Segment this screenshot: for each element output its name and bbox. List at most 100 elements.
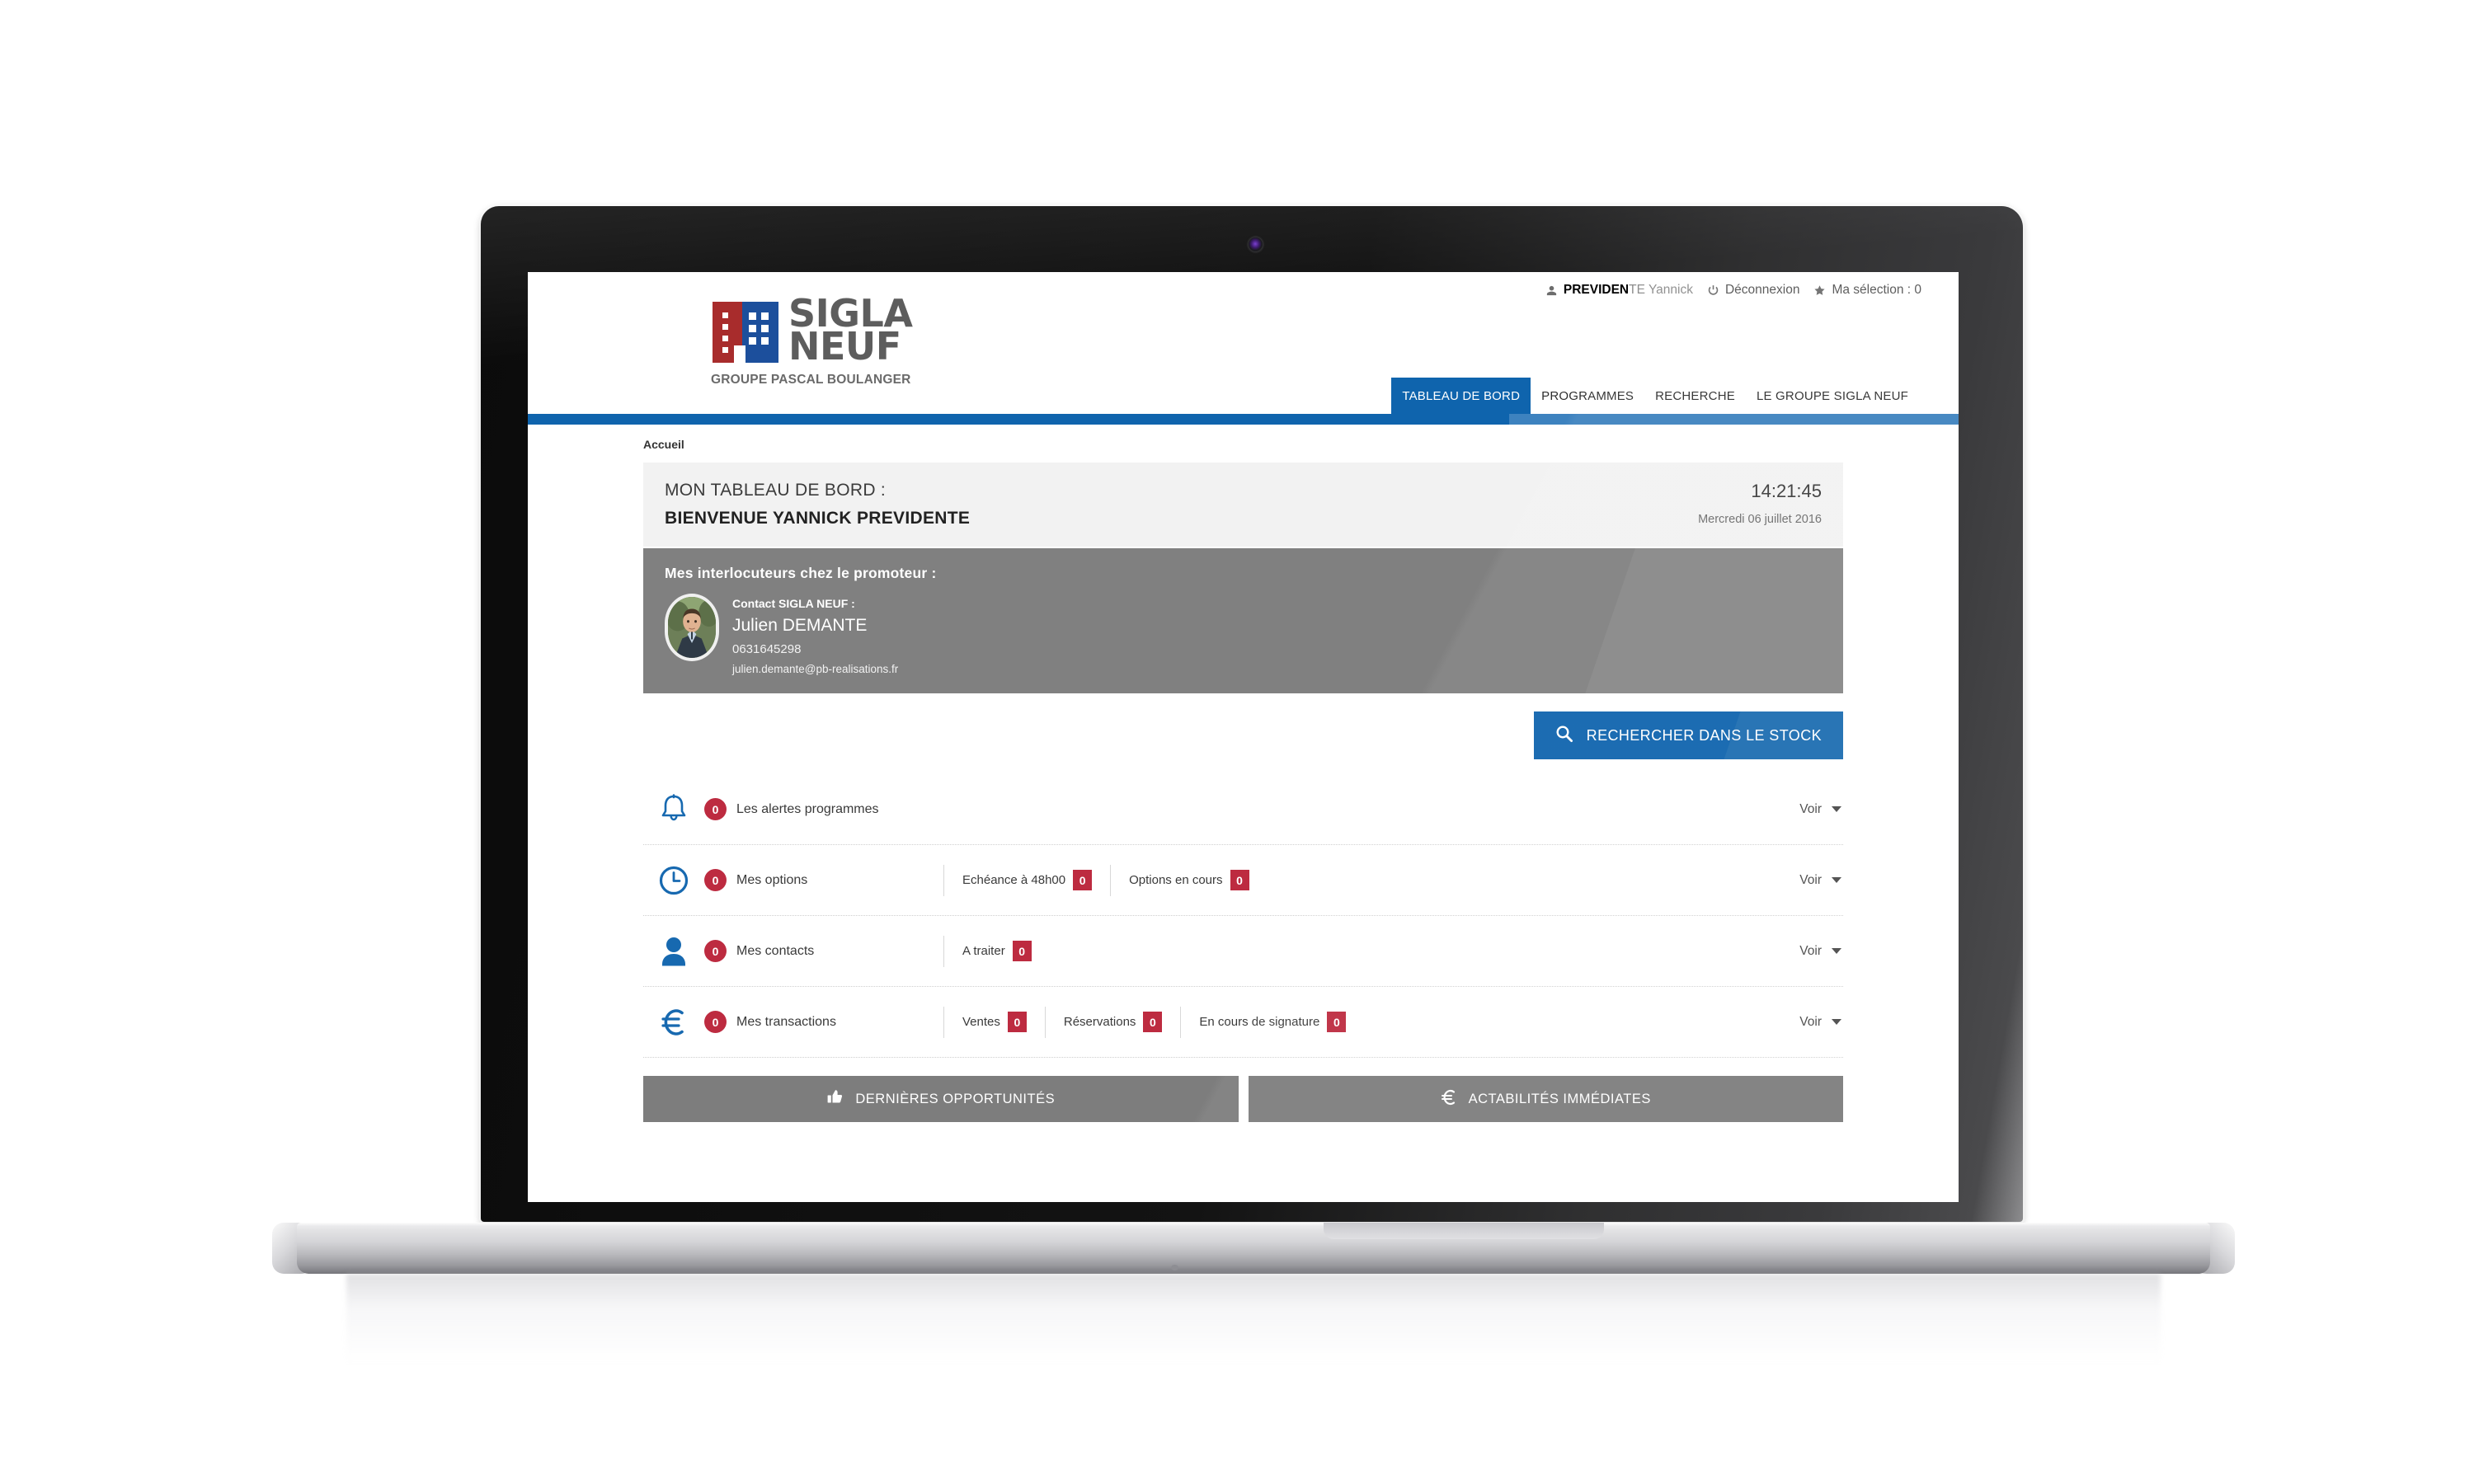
stat-sub-a-traiter[interactable]: A traiter 0 <box>943 935 1050 967</box>
stat-subs: Echéance à 48h00 0 Options en cours 0 <box>943 864 1799 896</box>
voir-options-button[interactable]: Voir <box>1799 873 1843 888</box>
voir-label: Voir <box>1799 943 1822 958</box>
status-badge: 0 <box>704 1011 727 1033</box>
breadcrumb[interactable]: Accueil <box>643 438 1959 451</box>
tab-label: DERNIÈRES OPPORTUNITÉS <box>855 1091 1056 1106</box>
stat-sub-en-cours-de-signature[interactable]: En cours de signature 0 <box>1180 1006 1364 1038</box>
building-logo-icon <box>713 302 778 363</box>
status-badge: 0 <box>1073 870 1093 890</box>
stat-label: Mes options <box>736 872 808 887</box>
nav-item-le-groupe-sigla-neuf[interactable]: LE GROUPE SIGLA NEUF <box>1746 378 1919 414</box>
stat-sub-label: A traiter <box>962 944 1005 958</box>
laptop-base-top-edge <box>297 1223 2210 1227</box>
person-icon <box>643 936 704 967</box>
clock-icon <box>643 865 704 896</box>
status-badge: 0 <box>1230 870 1249 890</box>
stat-sub-reservations[interactable]: Réservations 0 <box>1044 1006 1181 1038</box>
stat-subs: Ventes 0 Réservations 0 En cours de sign… <box>943 1006 1799 1038</box>
bell-icon <box>643 793 704 826</box>
webcam-icon <box>1249 237 1263 251</box>
logo-line-2: NEUF <box>788 323 901 369</box>
nav-item-recherche[interactable]: RECHERCHE <box>1644 378 1746 414</box>
status-badge: 0 <box>704 869 727 891</box>
bottom-tabs: DERNIÈRES OPPORTUNITÉS ACTABILITÉS IMMÉD… <box>643 1076 1843 1122</box>
stat-sub-label: Réservations <box>1063 1015 1136 1029</box>
status-badge: 0 <box>1327 1012 1347 1032</box>
web-page: PREVIDENTE Yannick Déconnexion Ma sélect… <box>528 272 1959 1202</box>
chevron-down-icon <box>1832 948 1841 954</box>
my-selection[interactable]: Ma sélection : 0 <box>1813 283 1921 298</box>
stat-sub-label: Ventes <box>962 1015 1000 1029</box>
nav-label: TABLEAU DE BORD <box>1402 388 1521 403</box>
page-content: Accueil MON TABLEAU DE BORD : BIENVENUE … <box>528 425 1959 1122</box>
stat-subs: A traiter 0 <box>943 935 1799 967</box>
search-stock-row: RECHERCHER DANS LE STOCK <box>643 711 1843 759</box>
stat-rows: 0 Les alertes programmes Voir 0 Mes opti… <box>643 774 1843 1058</box>
stat-label: Mes transactions <box>736 1014 836 1029</box>
laptop-base-port <box>1171 1265 1178 1270</box>
tab-actabilites-immediates[interactable]: ACTABILITÉS IMMÉDIATES <box>1248 1076 1843 1122</box>
page-title: MON TABLEAU DE BORD : <box>665 481 887 500</box>
my-selection-label: Ma sélection : 0 <box>1832 283 1921 297</box>
contact-phone[interactable]: 0631645298 <box>732 642 898 656</box>
logout-button[interactable]: Déconnexion <box>1707 283 1799 298</box>
laptop-base-lip <box>1324 1223 1604 1239</box>
site-logo[interactable]: SIGLA NEUF GROUPE PASCAL BOULANGER <box>711 294 913 387</box>
stat-row-contacts: 0 Mes contacts A traiter 0 Voir <box>643 916 1843 987</box>
star-icon <box>1813 284 1826 297</box>
search-stock-label: RECHERCHER DANS LE STOCK <box>1586 726 1822 744</box>
chevron-down-icon <box>1832 877 1841 883</box>
voir-label: Voir <box>1799 872 1822 887</box>
status-badge: 0 <box>704 798 727 820</box>
stat-sub-options-en-cours[interactable]: Options en cours 0 <box>1110 864 1267 896</box>
search-icon <box>1555 725 1573 747</box>
status-badge: 0 <box>1143 1012 1163 1032</box>
laptop-base <box>297 1223 2210 1274</box>
stat-row-transactions: 0 Mes transactions Ventes 0 Réservations… <box>643 987 1843 1058</box>
status-badge: 0 <box>704 940 727 962</box>
tab-label: ACTABILITÉS IMMÉDIATES <box>1468 1091 1651 1106</box>
chevron-down-icon <box>1832 1019 1841 1025</box>
euro-icon <box>1441 1088 1457 1111</box>
status-badge: 0 <box>1012 941 1032 961</box>
nav-label: RECHERCHE <box>1655 388 1735 403</box>
contact-name: Julien DEMANTE <box>732 616 868 635</box>
laptop-reflection <box>346 1274 2161 1364</box>
contact-label: Contact SIGLA NEUF : <box>732 597 855 610</box>
user-name: PREVIDENTE Yannick <box>1563 283 1693 297</box>
stat-sub-label: Options en cours <box>1129 873 1223 887</box>
stat-label: Les alertes programmes <box>736 801 879 816</box>
avatar-photo <box>668 597 716 658</box>
status-badge: 0 <box>1007 1012 1027 1032</box>
contact-email[interactable]: julien.demante@pb-realisations.fr <box>732 663 898 675</box>
voir-label: Voir <box>1799 801 1822 816</box>
voir-label: Voir <box>1799 1014 1822 1029</box>
voir-transactions-button[interactable]: Voir <box>1799 1015 1843 1030</box>
current-time: 14:21:45 <box>1751 481 1822 501</box>
contacts-panel-title: Mes interlocuteurs chez le promoteur : <box>665 565 937 581</box>
voir-contacts-button[interactable]: Voir <box>1799 944 1843 959</box>
chevron-down-icon <box>1832 806 1841 812</box>
nav-item-tableau-de-bord[interactable]: TABLEAU DE BORD <box>1391 378 1531 414</box>
stat-sub-label: Echéance à 48h00 <box>962 873 1066 887</box>
stat-sub-ventes[interactable]: Ventes 0 <box>943 1006 1045 1038</box>
laptop-screen: PREVIDENTE Yannick Déconnexion Ma sélect… <box>528 272 1959 1202</box>
top-user-bar: PREVIDENTE Yannick Déconnexion Ma sélect… <box>1545 283 1921 298</box>
search-stock-button[interactable]: RECHERCHER DANS LE STOCK <box>1533 711 1843 759</box>
nav-item-programmes[interactable]: PROGRAMMES <box>1531 378 1644 414</box>
main-navigation: TABLEAU DE BORD PROGRAMMES RECHERCHE LE … <box>528 378 1959 414</box>
contacts-panel: Mes interlocuteurs chez le promoteur : C… <box>643 548 1843 693</box>
nav-label: LE GROUPE SIGLA NEUF <box>1756 388 1908 403</box>
stat-row-alertes: 0 Les alertes programmes Voir <box>643 774 1843 845</box>
stat-sub-label: En cours de signature <box>1199 1015 1320 1029</box>
welcome-message: BIENVENUE YANNICK PREVIDENTE <box>665 509 971 528</box>
tab-dernieres-opportunites[interactable]: DERNIÈRES OPPORTUNITÉS <box>643 1076 1239 1122</box>
avatar <box>665 594 719 661</box>
stat-label: Mes contacts <box>736 943 815 958</box>
stat-row-options: 0 Mes options Echéance à 48h00 0 Options… <box>643 845 1843 916</box>
euro-icon <box>643 1006 704 1039</box>
current-user[interactable]: PREVIDENTE Yannick <box>1545 283 1693 298</box>
voir-alertes-button[interactable]: Voir <box>1799 802 1843 817</box>
power-icon <box>1707 284 1719 297</box>
stat-sub-echeance-48h[interactable]: Echéance à 48h00 0 <box>943 864 1110 896</box>
